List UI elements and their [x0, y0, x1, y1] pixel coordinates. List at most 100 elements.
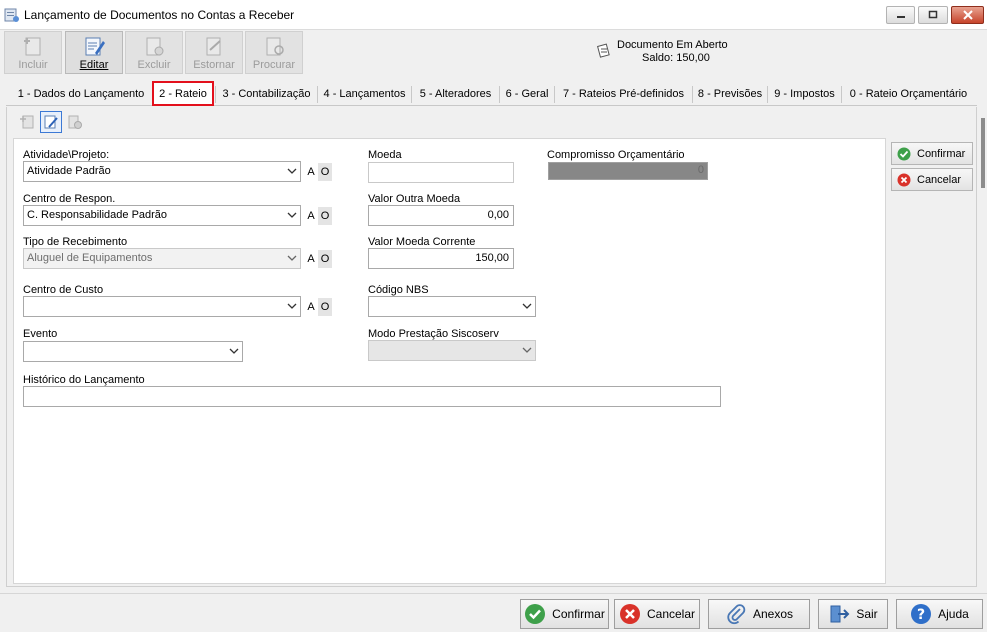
tab-dados-lancamento[interactable]: 1 - Dados do Lançamento — [10, 84, 152, 105]
historico-input[interactable] — [23, 386, 721, 407]
tab-separator — [499, 86, 500, 103]
moeda-input[interactable] — [368, 162, 514, 183]
tab-geral[interactable]: 6 - Geral — [501, 84, 553, 105]
tab-separator — [841, 86, 842, 103]
procurar-button[interactable]: Procurar — [245, 31, 303, 74]
check-icon — [897, 147, 911, 160]
tab-separator — [692, 86, 693, 103]
evento-select[interactable] — [23, 341, 243, 362]
modo-prestacao-label: Modo Prestação Siscoserv — [368, 328, 499, 340]
delete-icon — [68, 115, 82, 129]
tab-separator — [767, 86, 768, 103]
ajuda-button[interactable]: ? Ajuda — [896, 599, 983, 629]
a-button[interactable]: A — [304, 250, 318, 268]
compromisso-input: 0 — [548, 162, 708, 180]
tab-separator — [411, 86, 412, 103]
tipo-recebimento-select[interactable]: Aluguel de Equipamentos — [23, 248, 301, 269]
close-icon — [962, 10, 973, 20]
side-cancelar-button[interactable]: Cancelar — [891, 168, 973, 191]
reverse-document-icon — [206, 37, 221, 56]
anexos-button[interactable]: Anexos — [708, 599, 810, 629]
tipo-recebimento-ao: AO — [304, 250, 332, 268]
centro-respon-ao: AO — [304, 207, 332, 225]
document-status-icon — [597, 43, 610, 58]
chevron-down-icon — [229, 348, 239, 354]
valor-outra-moeda-label: Valor Outra Moeda — [368, 193, 461, 205]
a-button[interactable]: A — [304, 298, 318, 316]
sub-toolbar — [13, 110, 883, 136]
vertical-scrollbar[interactable] — [981, 118, 985, 188]
valor-moeda-corrente-input[interactable]: 150,00 — [368, 248, 514, 269]
side-confirmar-button[interactable]: Confirmar — [891, 142, 973, 165]
sub-new-button[interactable] — [16, 111, 38, 133]
atividade-label: Atividade\Projeto: — [23, 149, 110, 161]
check-icon — [525, 604, 546, 624]
window-title: Lançamento de Documentos no Contas a Rec… — [24, 8, 295, 22]
chevron-down-icon — [287, 303, 297, 309]
tab-contabilizacao[interactable]: 3 - Contabilização — [217, 84, 316, 105]
tab-previsoes[interactable]: 8 - Previsões — [694, 84, 766, 105]
side-panel: Confirmar Cancelar — [887, 138, 977, 584]
minimize-button[interactable] — [886, 6, 915, 24]
toolbar: Incluir Editar Excluir Estornar Procurar… — [0, 30, 987, 76]
tab-rateio[interactable]: 2 - Rateio — [152, 81, 214, 106]
tab-impostos[interactable]: 9 - Impostos — [769, 84, 840, 105]
o-button[interactable]: O — [318, 207, 332, 225]
editar-button[interactable]: Editar — [65, 31, 123, 74]
cancel-icon — [897, 173, 911, 186]
sub-edit-button[interactable] — [40, 111, 62, 133]
chevron-down-icon — [287, 255, 297, 261]
estornar-button[interactable]: Estornar — [185, 31, 243, 74]
chevron-down-icon — [287, 168, 297, 174]
centro-respon-label: Centro de Respon. — [23, 193, 116, 205]
maximize-button[interactable] — [918, 6, 948, 24]
evento-label: Evento — [23, 328, 58, 340]
minimize-icon — [896, 16, 905, 18]
cancel-icon — [619, 604, 640, 624]
new-icon — [20, 115, 34, 129]
codigo-nbs-select[interactable] — [368, 296, 536, 317]
a-button[interactable]: A — [304, 163, 318, 181]
edit-icon — [44, 115, 58, 129]
centro-custo-select[interactable] — [23, 296, 301, 317]
close-button[interactable] — [951, 6, 984, 24]
search-document-icon — [266, 37, 284, 56]
a-button[interactable]: A — [304, 207, 318, 225]
sair-button[interactable]: Sair — [818, 599, 888, 629]
document-status-label: Documento Em Aberto — [617, 39, 728, 51]
o-button[interactable]: O — [318, 250, 332, 268]
new-document-icon — [24, 37, 41, 56]
paperclip-icon — [727, 604, 746, 625]
cancelar-button[interactable]: Cancelar — [614, 599, 700, 629]
tab-separator — [554, 86, 555, 103]
tab-alteradores[interactable]: 5 - Alteradores — [413, 84, 498, 105]
modo-prestacao-select[interactable] — [368, 340, 536, 361]
edit-document-icon — [85, 37, 105, 56]
centro-custo-ao: AO — [304, 298, 332, 316]
o-button[interactable]: O — [318, 298, 332, 316]
chevron-down-icon — [522, 347, 532, 353]
o-button[interactable]: O — [318, 163, 332, 181]
tab-rateios-predefinidos[interactable]: 7 - Rateios Pré-definidos — [556, 84, 691, 105]
tipo-recebimento-label: Tipo de Recebimento — [23, 236, 128, 248]
document-balance: Saldo: 150,00 — [642, 52, 710, 64]
centro-respon-select[interactable]: C. Responsabilidade Padrão — [23, 205, 301, 226]
incluir-button[interactable]: Incluir — [4, 31, 62, 74]
historico-label: Histórico do Lançamento — [23, 374, 145, 386]
delete-document-icon — [146, 37, 164, 56]
rateio-form: Atividade\Projeto: Atividade Padrão AO C… — [13, 138, 886, 584]
compromisso-label: Compromisso Orçamentário — [547, 149, 685, 161]
tab-rateio-orcamentario[interactable]: 0 - Rateio Orçamentário — [843, 84, 974, 105]
confirmar-button[interactable]: Confirmar — [520, 599, 609, 629]
sub-delete-button[interactable] — [64, 111, 86, 133]
centro-custo-label: Centro de Custo — [23, 284, 104, 296]
tab-strip: 1 - Dados do Lançamento 2 - Rateio 3 - C… — [6, 81, 977, 106]
chevron-down-icon — [522, 303, 532, 309]
tab-lancamentos[interactable]: 4 - Lançamentos — [319, 84, 410, 105]
valor-moeda-corrente-label: Valor Moeda Corrente — [368, 236, 476, 248]
atividade-select[interactable]: Atividade Padrão — [23, 161, 301, 182]
codigo-nbs-label: Código NBS — [368, 284, 429, 296]
chevron-down-icon — [287, 212, 297, 218]
excluir-button[interactable]: Excluir — [125, 31, 183, 74]
valor-outra-moeda-input[interactable]: 0,00 — [368, 205, 514, 226]
